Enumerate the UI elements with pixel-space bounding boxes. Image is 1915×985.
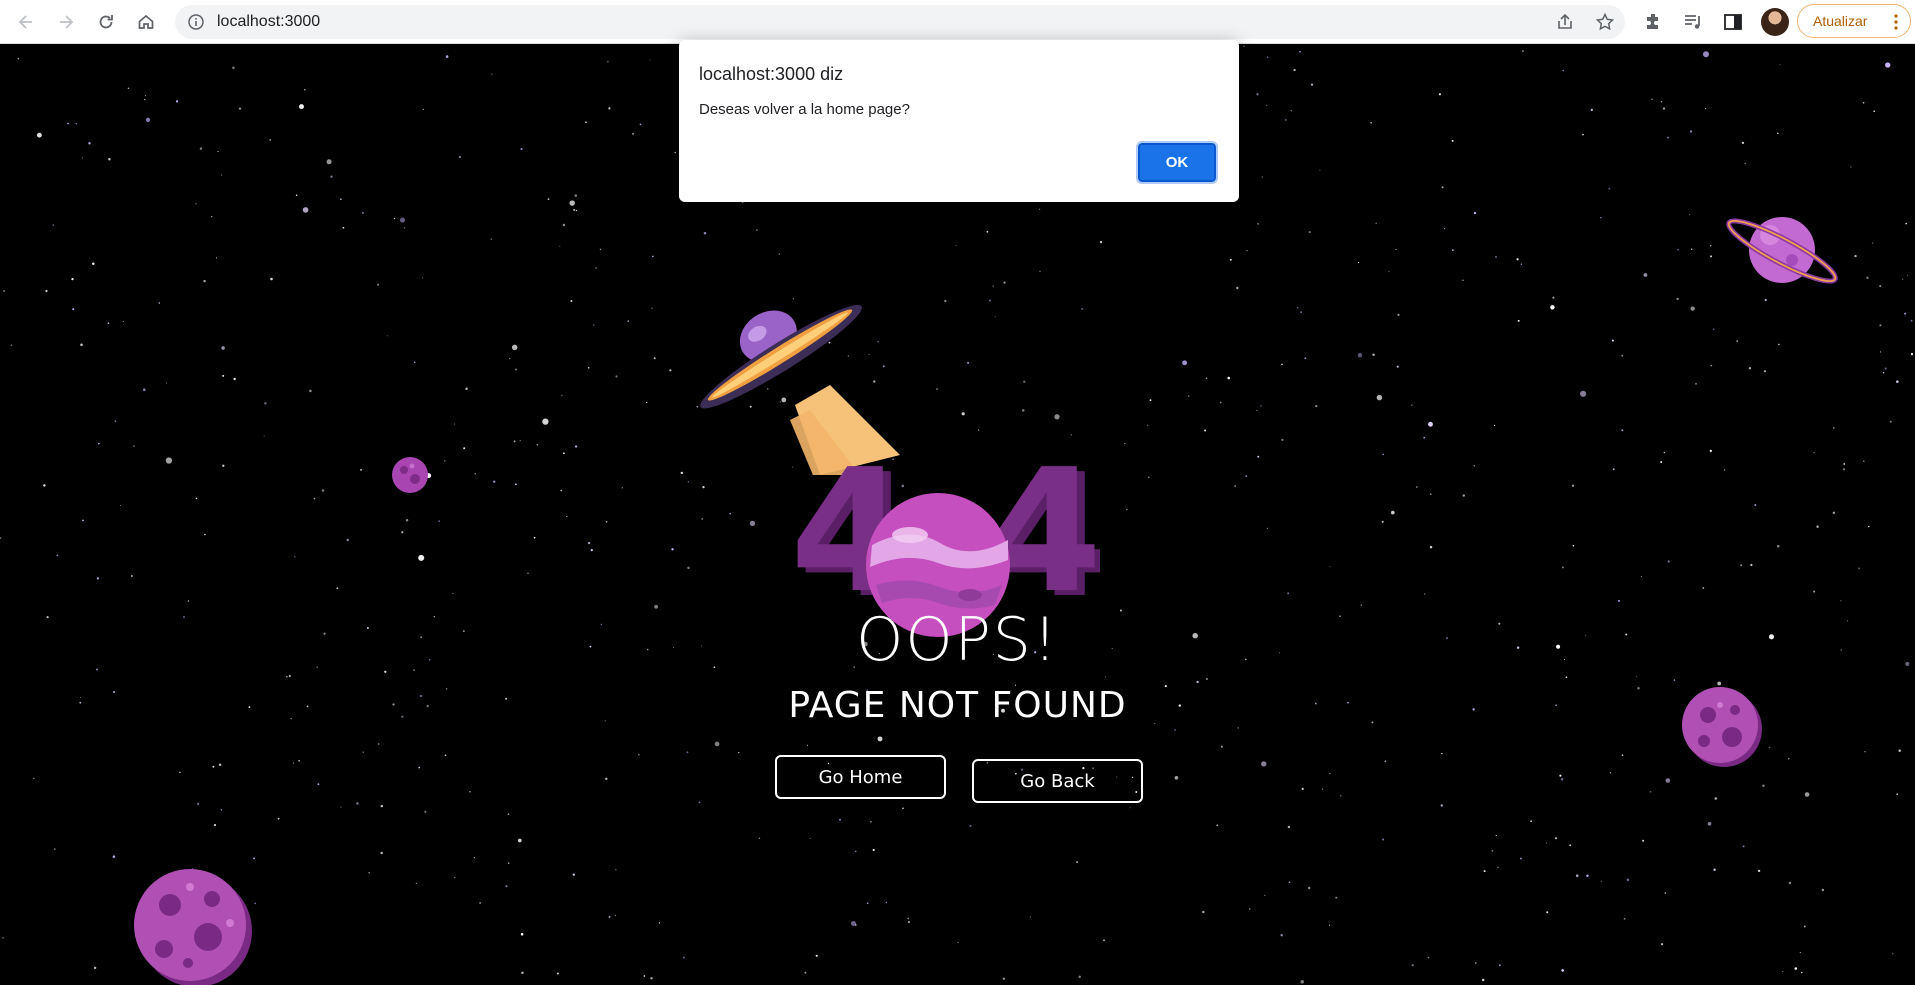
reload-button[interactable] — [92, 8, 120, 36]
update-button[interactable]: Atualizar — [1797, 4, 1911, 38]
info-icon[interactable] — [187, 13, 205, 31]
forward-button[interactable] — [52, 8, 80, 36]
extensions-icon[interactable] — [1643, 11, 1665, 33]
large-asteroid-illustration — [134, 869, 252, 985]
menu-dots-icon — [1894, 14, 1898, 30]
url-text[interactable]: localhost:3000 — [217, 13, 320, 31]
back-arrow-icon — [18, 15, 32, 29]
home-icon — [138, 14, 154, 29]
side-panel-icon[interactable] — [1722, 11, 1744, 33]
media-icon[interactable] — [1682, 11, 1704, 33]
star-icon[interactable] — [1595, 12, 1615, 32]
alert-dialog: localhost:3000 diz Deseas volver a la ho… — [679, 40, 1239, 202]
dialog-title: localhost:3000 diz — [699, 64, 844, 84]
page-not-found-heading: PAGE NOT FOUND — [788, 685, 1127, 726]
update-label: Atualizar — [1813, 13, 1868, 29]
profile-avatar[interactable] — [1761, 8, 1789, 36]
browser-toolbar: localhost:3000 Atualizar — [0, 0, 1915, 44]
forward-arrow-icon — [60, 15, 74, 29]
go-home-button[interactable]: Go Home — [775, 755, 946, 799]
small-asteroid-illustration — [392, 457, 428, 493]
ok-button[interactable]: OK — [1136, 141, 1218, 184]
ringed-planet-illustration — [1726, 217, 1838, 284]
oops-heading: OOPS! — [856, 605, 1059, 675]
back-button[interactable] — [12, 8, 40, 36]
share-icon[interactable] — [1555, 12, 1575, 32]
address-bar[interactable]: localhost:3000 — [175, 5, 1625, 39]
reload-icon — [99, 15, 113, 29]
go-back-button[interactable]: Go Back — [972, 759, 1143, 803]
dialog-message: Deseas volver a la home page? — [699, 101, 910, 118]
home-button[interactable] — [132, 8, 160, 36]
